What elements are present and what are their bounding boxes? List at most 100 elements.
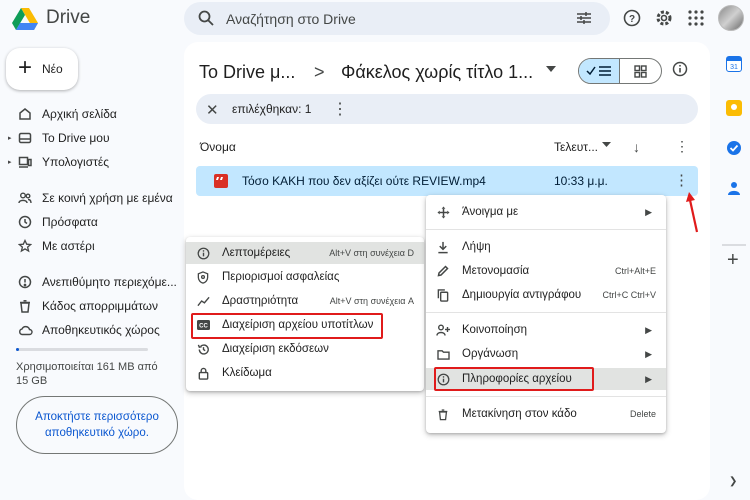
search-options-icon[interactable] (576, 10, 592, 26)
sidebar-item-home[interactable]: Αρχική σελίδα (8, 102, 178, 126)
menu-item-organize[interactable]: Οργάνωση ▶ (426, 343, 666, 365)
column-options-icon[interactable]: ⋮ (675, 138, 689, 155)
download-icon (436, 240, 450, 254)
submenu-item-security-limits[interactable]: Περιορισμοί ασφαλείας (186, 266, 424, 288)
sidebar-item-shared[interactable]: Σε κοινή χρήση με εμένα (8, 186, 178, 210)
menu-item-label: Διαχείριση εκδόσεων (222, 343, 329, 355)
folder-icon (436, 347, 450, 361)
sidebar-item-label: Κάδος απορριμμάτων (42, 299, 159, 313)
sidebar-item-storage[interactable]: Αποθηκευτικός χώρος (8, 318, 178, 342)
copy-icon (436, 288, 450, 302)
list-view-button[interactable] (579, 59, 621, 83)
submenu-item-manage-versions[interactable]: Διαχείριση εκδόσεων (186, 338, 424, 360)
contacts-icon[interactable] (726, 180, 742, 196)
shield-icon (196, 270, 210, 284)
submenu-item-lock[interactable]: Κλείδωμα (186, 362, 424, 384)
get-more-storage-button[interactable]: Αποκτήστε περισσότερο αποθηκευτικό χώρο. (16, 396, 178, 454)
sidebar-item-spam[interactable]: Ανεπιθύμητο περιεχόμε... (8, 270, 178, 294)
menu-item-share[interactable]: Κοινοποίηση ▶ (426, 319, 666, 341)
storage-usage-text: Χρησιμοποιείται 161 MB από 15 GB (16, 361, 158, 387)
file-modified-time: 10:33 μ.μ. (554, 174, 608, 188)
expand-caret-icon[interactable]: ▸ (8, 134, 16, 142)
submenu-arrow-icon: ▶ (645, 348, 652, 359)
help-icon[interactable]: ? (622, 8, 642, 28)
submenu-arrow-icon: ▶ (645, 373, 652, 384)
search-bar[interactable]: Αναζήτηση στο Drive (184, 2, 610, 35)
hide-side-panel-chevron-icon[interactable]: ❯ (729, 476, 737, 487)
row-more-actions-icon[interactable]: ⋮ (674, 171, 689, 189)
menu-item-label: Δραστηριότητα (222, 295, 299, 307)
column-header-modified[interactable]: Τελευτ... (554, 140, 598, 154)
column-header-name[interactable]: Όνομα (200, 140, 236, 154)
annotation-arrow-icon (686, 192, 699, 233)
submenu-item-activity[interactable]: Δραστηριότητα Alt+V στη συνέχεια A (186, 290, 424, 312)
trash-icon (436, 407, 450, 421)
file-context-menu: Άνοιγμα με ▶ Λήψη Μετονομασία Ctrl+Alt+E… (426, 195, 666, 433)
add-addon-plus-icon[interactable]: + (727, 250, 739, 270)
rename-icon (436, 264, 450, 278)
clock-icon (16, 213, 34, 231)
file-name[interactable]: Τόσο ΚΑΚΗ που δεν αξίζει ούτε REVIEW.mp4 (242, 174, 486, 188)
menu-item-label: Λεπτομέρειες (222, 247, 291, 259)
breadcrumb-root[interactable]: Το Drive μ... (199, 62, 295, 83)
breadcrumb-current-folder[interactable]: Φάκελος χωρίς τίτλο 1... (341, 62, 533, 83)
menu-item-rename[interactable]: Μετονομασία Ctrl+Alt+E (426, 260, 666, 282)
grid-view-button[interactable] (620, 59, 661, 83)
selection-count: επιλέχθηκαν: 1 (232, 102, 312, 116)
activity-icon (196, 294, 210, 308)
sidebar-item-label: Αποθηκευτικός χώρος (42, 323, 160, 337)
menu-item-open-with[interactable]: Άνοιγμα με ▶ (426, 201, 666, 223)
search-icon[interactable] (198, 10, 214, 26)
sort-dropdown-icon[interactable] (602, 142, 611, 147)
menu-item-shortcut: Alt+V στη συνέχεια D (329, 248, 414, 258)
cloud-icon (16, 321, 34, 339)
menu-item-label: Άνοιγμα με (462, 206, 519, 218)
sidebar-item-starred[interactable]: Με αστέρι (8, 234, 178, 258)
new-button[interactable]: + Νέο (6, 48, 78, 90)
shared-icon (16, 189, 34, 207)
search-input[interactable]: Αναζήτηση στο Drive (226, 11, 356, 27)
selection-bar: ✕ επιλέχθηκαν: 1 ⋮ (196, 94, 698, 124)
table-row[interactable]: Τόσο ΚΑΚΗ που δεν αξίζει ούτε REVIEW.mp4… (196, 166, 698, 196)
folder-dropdown-icon[interactable] (546, 66, 556, 72)
calendar-icon[interactable]: 31 (726, 56, 742, 72)
menu-item-make-copy[interactable]: Δημιουργία αντιγράφου Ctrl+C Ctrl+V (426, 284, 666, 306)
menu-item-download[interactable]: Λήψη (426, 236, 666, 258)
clear-selection-close-icon[interactable]: ✕ (206, 101, 219, 119)
share-icon (436, 323, 450, 337)
home-icon (16, 105, 34, 123)
sidebar-item-label: Πρόσφατα (42, 215, 98, 229)
history-icon (196, 342, 210, 356)
submenu-arrow-icon: ▶ (645, 206, 652, 217)
new-button-label: Νέο (42, 62, 63, 76)
account-avatar[interactable] (718, 5, 744, 31)
view-toggle[interactable] (578, 58, 662, 84)
settings-gear-icon[interactable] (654, 8, 674, 28)
app-title[interactable]: Drive (46, 7, 90, 29)
sort-direction-arrow-icon[interactable]: ↓ (633, 139, 640, 155)
submenu-item-details[interactable]: Λεπτομέρειες Alt+V στη συνέχεια D (186, 242, 424, 264)
sidebar-item-my-drive[interactable]: ▸ Το Drive μου (8, 126, 178, 150)
annotation-highlight-box (191, 313, 383, 339)
sidebar-item-computers[interactable]: ▸ Υπολογιστές (8, 150, 178, 174)
keep-icon[interactable] (726, 100, 742, 116)
svg-text:?: ? (629, 14, 635, 25)
sidebar-item-trash[interactable]: Κάδος απορριμμάτων (8, 294, 178, 318)
expand-caret-icon[interactable]: ▸ (8, 158, 16, 166)
computers-icon (16, 153, 34, 171)
apps-grid-icon[interactable] (686, 8, 706, 28)
video-file-icon (214, 174, 228, 188)
tasks-icon[interactable] (726, 140, 742, 156)
svg-text:31: 31 (730, 64, 738, 71)
details-info-icon[interactable] (672, 61, 688, 77)
menu-item-move-to-trash[interactable]: Μετακίνηση στον κάδο Delete (426, 403, 666, 425)
more-actions-icon[interactable]: ⋮ (332, 99, 348, 119)
plus-icon: + (18, 54, 33, 81)
sidebar-item-recent[interactable]: Πρόσφατα (8, 210, 178, 234)
drive-logo-icon[interactable] (12, 7, 38, 31)
sidebar-item-label: Αρχική σελίδα (42, 107, 117, 121)
storage-usage-bar (16, 348, 148, 351)
sidebar-item-label: Με αστέρι (42, 239, 95, 253)
menu-item-shortcut: Alt+V στη συνέχεια A (329, 296, 414, 306)
submenu-arrow-icon: ▶ (645, 324, 652, 335)
